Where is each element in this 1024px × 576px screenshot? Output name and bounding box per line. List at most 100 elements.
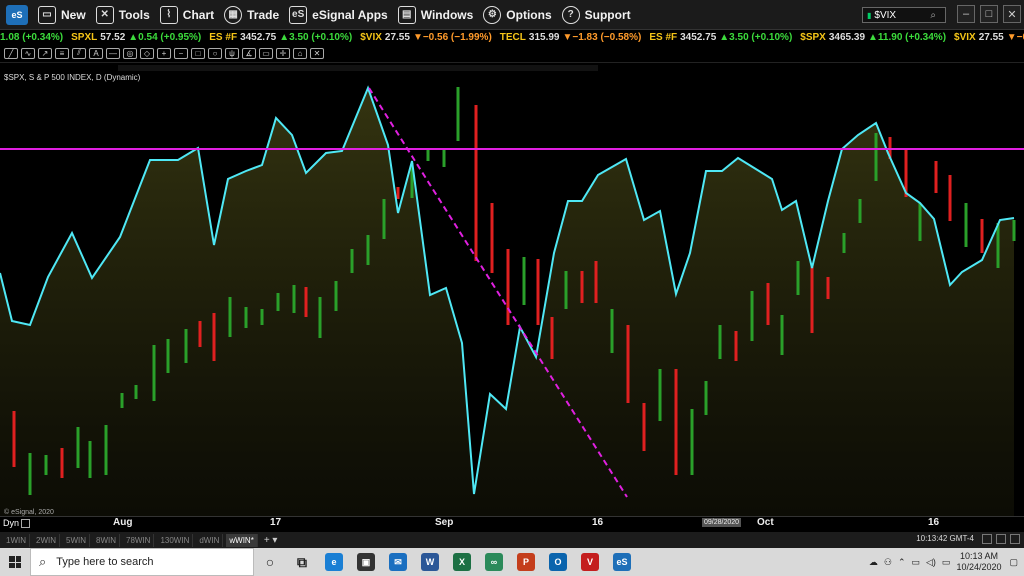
menu-chart[interactable]: ⌇ Chart — [159, 3, 214, 27]
quote-ticker: 1.08 (+0.34%) SPXL 57.52 ▲0.54 (+0.95%) ES #… — [0, 31, 1024, 45]
ticker-item[interactable]: $VIX27.55▼−0.56 (−1.99%) — [360, 31, 492, 45]
xbox-icon: ∞ — [485, 553, 503, 571]
add-tab-button[interactable]: + ▾ — [264, 535, 278, 546]
ticker-sym: $VIX — [954, 32, 976, 43]
arrow-tool-icon[interactable]: ↗ — [38, 47, 52, 59]
edge-taskbar-button[interactable]: e — [318, 548, 350, 576]
ticker-sym: TECL — [499, 32, 526, 43]
ticker-item[interactable]: ES #F 3452.75 ▲3.50 (+0.10%) — [649, 31, 792, 45]
ticker-item[interactable]: TECL 315.99 ▼−1.83 (−0.58%) — [500, 31, 642, 45]
box-tool-icon[interactable]: □ — [191, 47, 205, 59]
tab-dwin[interactable]: dWIN — [196, 533, 224, 547]
text-tool-icon[interactable]: A — [89, 47, 103, 59]
down-candle — [766, 283, 770, 325]
taskbar-clock[interactable]: 10:13 AM 10/24/2020 — [956, 551, 1001, 573]
down-candle — [826, 277, 830, 299]
up-candle — [964, 203, 968, 247]
chevron-up-icon[interactable]: ⌃ — [898, 557, 906, 568]
menu-new[interactable]: ▭ New — [38, 3, 86, 27]
excel-taskbar-button[interactable]: X — [446, 548, 478, 576]
clear-tools-icon[interactable]: ✕ — [310, 47, 324, 59]
status-icon-a[interactable] — [982, 534, 992, 544]
tab-5win[interactable]: 5WIN — [63, 533, 90, 547]
network-icon[interactable]: ▭ — [911, 557, 920, 568]
gann-tool-icon[interactable]: ◇ — [140, 47, 154, 59]
powerpoint-icon: P — [517, 553, 535, 571]
up-candle — [334, 281, 338, 311]
ticker-item[interactable]: $SPX 3465.39 ▲11.90 (+0.34%) — [800, 31, 946, 45]
crosshair-tool-icon[interactable]: ✛ — [276, 47, 290, 59]
tab-1win[interactable]: 1WIN — [3, 533, 30, 547]
up-candle — [874, 133, 878, 181]
down-candle — [490, 203, 494, 273]
tab-78win[interactable]: 78WIN — [123, 533, 155, 547]
up-candle — [456, 87, 460, 141]
fib-tool-icon[interactable]: ≡ — [55, 47, 69, 59]
ticker-item[interactable]: $VIX27.55▼−0.56 (−1.99%) — [954, 31, 1024, 45]
esignal-taskbar-button[interactable]: eS — [606, 548, 638, 576]
cortana-icon: ○ — [265, 554, 275, 570]
tab-wwin[interactable]: wWIN* — [226, 533, 258, 547]
down-candle — [198, 321, 202, 347]
cycle-tool-icon[interactable]: ◎ — [123, 47, 137, 59]
menu-esignal-apps[interactable]: eS eSignal Apps — [289, 3, 388, 27]
line-tool-icon[interactable]: ╱ — [4, 47, 18, 59]
menu-support[interactable]: ? Support — [561, 3, 631, 27]
ticker-item[interactable]: SPXL 57.52 ▲0.54 (+0.95%) — [71, 31, 201, 45]
down-candle — [642, 403, 646, 451]
ellipse-tool-icon[interactable]: ○ — [208, 47, 222, 59]
weather-icon[interactable]: ☁ — [869, 557, 878, 568]
cortana-taskbar-button[interactable]: ○ — [254, 548, 286, 576]
task-view-taskbar-button[interactable]: ⧉ — [286, 548, 318, 576]
up-candle — [796, 261, 800, 295]
search-icon[interactable]: ⌕ — [930, 10, 936, 21]
xbox-taskbar-button[interactable]: ∞ — [478, 548, 510, 576]
pitchfork-tool-icon[interactable]: ψ — [225, 47, 239, 59]
tab-8win[interactable]: 8WIN — [93, 533, 120, 547]
menu-trade[interactable]: ▦ Trade — [224, 3, 279, 27]
ticker-chg: ▼−0.56 (−1.99%) — [412, 32, 492, 43]
wave-tool-icon[interactable]: ∿ — [21, 47, 35, 59]
symbol-search-input[interactable] — [874, 9, 931, 21]
vpn-taskbar-button[interactable]: V — [574, 548, 606, 576]
taskbar-search[interactable]: ⌕ Type here to search — [30, 548, 254, 576]
up-candle — [658, 369, 662, 421]
tab-2win[interactable]: 2WIN — [33, 533, 60, 547]
word-taskbar-button[interactable]: W — [414, 548, 446, 576]
minimize-button[interactable]: – — [957, 5, 975, 23]
up-candle — [442, 149, 446, 167]
status-icon-c[interactable] — [1010, 534, 1020, 544]
bookmark-tool-icon[interactable]: ⌂ — [293, 47, 307, 59]
zoom-in-icon[interactable]: + — [157, 47, 171, 59]
up-candle — [522, 257, 526, 305]
notification-icon[interactable]: ▢ — [1009, 557, 1018, 568]
menu-options[interactable]: ⚙ Options — [483, 3, 552, 27]
time-axis[interactable]: Dyn Aug 17 Sep 16 09/28/2020 Oct 16 — [0, 516, 1024, 530]
menu-windows[interactable]: ▤ Windows — [397, 3, 473, 27]
ticker-item[interactable]: 1.08 (+0.34%) — [0, 31, 63, 45]
battery-icon[interactable]: ▭ — [942, 557, 951, 568]
hline-tool-icon[interactable]: — — [106, 47, 120, 59]
outlook-taskbar-button[interactable]: O — [542, 548, 574, 576]
powerpoint-taskbar-button[interactable]: P — [510, 548, 542, 576]
close-button[interactable]: ✕ — [1003, 5, 1021, 23]
ticker-item[interactable]: ES #F 3452.75 ▲3.50 (+0.10%) — [209, 31, 352, 45]
dyn-label[interactable]: Dyn — [3, 518, 31, 528]
speed-tool-icon[interactable]: ∡ — [242, 47, 256, 59]
square-tool-icon[interactable]: ▭ — [259, 47, 273, 59]
zoom-out-icon[interactable]: − — [174, 47, 188, 59]
price-chart[interactable]: $SPX, S & P 500 INDEX, D (Dynamic) © eSi… — [0, 62, 1024, 517]
people-icon[interactable]: ⚇ — [884, 557, 892, 568]
up-candle — [134, 385, 138, 399]
channel-tool-icon[interactable]: ⫽ — [72, 47, 86, 59]
tab-130win[interactable]: 130WIN — [157, 533, 194, 547]
menu-tools[interactable]: ✕ Tools — [95, 3, 150, 27]
status-icon-b[interactable] — [996, 534, 1006, 544]
mail-taskbar-button[interactable]: ✉ — [382, 548, 414, 576]
store-taskbar-button[interactable]: ▣ — [350, 548, 382, 576]
start-button[interactable] — [0, 548, 30, 576]
ticker-px: 3465.39 — [828, 32, 866, 43]
volume-icon[interactable]: ◁) — [926, 557, 936, 568]
down-candle — [580, 271, 584, 303]
maximize-button[interactable]: □ — [980, 5, 998, 23]
